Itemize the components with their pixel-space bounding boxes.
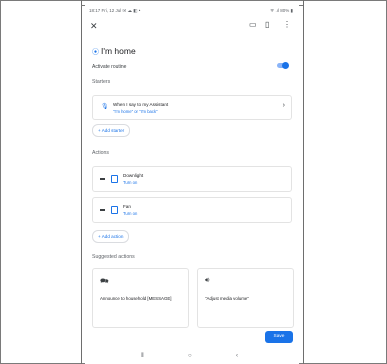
action-subtitle: Turn on <box>123 180 138 185</box>
add-starter-button[interactable]: + Add starter <box>92 124 131 137</box>
activate-routine-toggle[interactable] <box>277 62 289 69</box>
drag-handle-icon[interactable] <box>100 209 105 211</box>
add-action-button[interactable]: + Add action <box>92 230 130 243</box>
starter-card[interactable]: 🎙 When I say to my Assistant "I'm home" … <box>92 95 292 120</box>
suggested-card-volume[interactable]: 🔊︎ "Adjust media volume" <box>197 268 294 328</box>
left-divider <box>81 0 82 364</box>
right-divider <box>303 0 304 364</box>
fan-device-icon <box>111 206 118 214</box>
back-nav-icon[interactable]: ‹ <box>236 353 238 359</box>
volume-icon: 🔊︎ <box>205 277 210 284</box>
routine-title: ⦿ I'm home <box>92 46 136 57</box>
announce-icon: 🗪 <box>100 278 109 285</box>
suggested-card-announce[interactable]: 🗪 Announce to household [MESSAGE] <box>92 268 189 328</box>
status-bar-left: 18:17 Fri, 12 Jul ✉ ☁ ◧ • <box>89 8 141 13</box>
close-icon[interactable]: ✕ <box>90 21 98 32</box>
action-card-downlight[interactable]: Downlight Turn on <box>92 166 292 192</box>
suggested-text: Announce to household [MESSAGE] <box>100 296 172 301</box>
status-bar-right: ᯤ .ıl 80% ▮ <box>270 8 293 13</box>
chevron-right-icon: › <box>282 102 285 109</box>
action-subtitle: Turn on <box>123 211 138 216</box>
drag-handle-icon[interactable] <box>100 178 105 180</box>
home-nav-icon[interactable]: ○ <box>188 353 192 359</box>
suggested-actions-header: Suggested actions <box>92 254 135 260</box>
action-card-fan[interactable]: Fan Turn on <box>92 197 292 223</box>
starter-title: When I say to my Assistant <box>113 102 169 107</box>
action-title: Fan <box>123 204 131 209</box>
toggle-knob <box>282 62 289 69</box>
starter-subtitle: "I'm home" or "I'm back" <box>113 109 158 114</box>
save-button[interactable]: Save <box>265 331 293 343</box>
phone-screen: 18:17 Fri, 12 Jul ✉ ☁ ◧ • ᯤ .ıl 80% ▮ ✕ … <box>85 5 299 364</box>
suggested-text: "Adjust media volume" <box>205 296 249 301</box>
more-vert-icon[interactable]: ⋮ <box>283 20 291 29</box>
recents-nav-icon[interactable]: ⦀ <box>141 353 144 360</box>
device-icon[interactable]: ▯ <box>265 20 269 29</box>
cast-icon[interactable]: ▭ <box>249 20 257 29</box>
mic-icon: 🎙 <box>101 104 109 110</box>
actions-header: Actions <box>92 150 110 156</box>
action-title: Downlight <box>123 173 144 178</box>
light-device-icon <box>111 175 118 183</box>
routine-title-text: I'm home <box>101 46 136 56</box>
activate-routine-label: Activate routine <box>92 64 127 70</box>
starters-header: Starters <box>92 79 111 85</box>
location-pin-icon: ⦿ <box>92 49 99 56</box>
